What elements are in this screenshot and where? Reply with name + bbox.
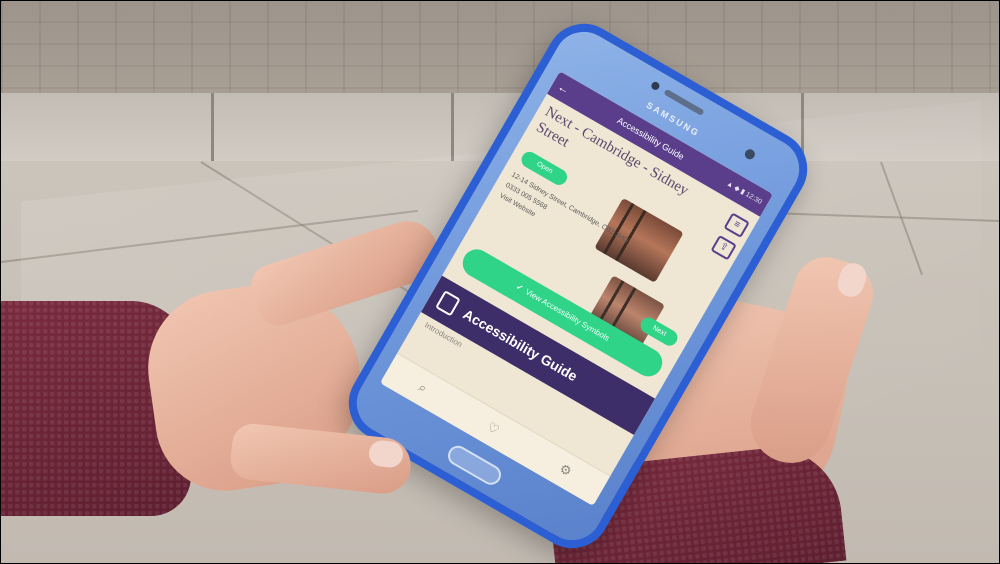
guide-book-icon xyxy=(435,290,461,317)
curb-joint xyxy=(451,93,454,163)
list-icon[interactable]: ≡ xyxy=(723,212,750,238)
venue-actions: ≡ ⇪ xyxy=(710,212,750,261)
settings-icon[interactable]: ⚙ xyxy=(556,461,575,481)
heart-icon[interactable]: ♡ xyxy=(484,419,503,439)
front-camera xyxy=(649,80,661,92)
curb-joint xyxy=(211,93,214,163)
search-icon[interactable]: ⌕ xyxy=(416,379,430,396)
share-icon[interactable]: ⇪ xyxy=(710,234,737,261)
status-bar-text: ▲ ◆ ▮ 12:30 xyxy=(725,180,763,206)
photo-scene: SAMSUNG ← Accessibility Guide ▲ ◆ ▮ 12:3… xyxy=(0,0,1000,564)
proximity-sensor xyxy=(743,147,757,162)
